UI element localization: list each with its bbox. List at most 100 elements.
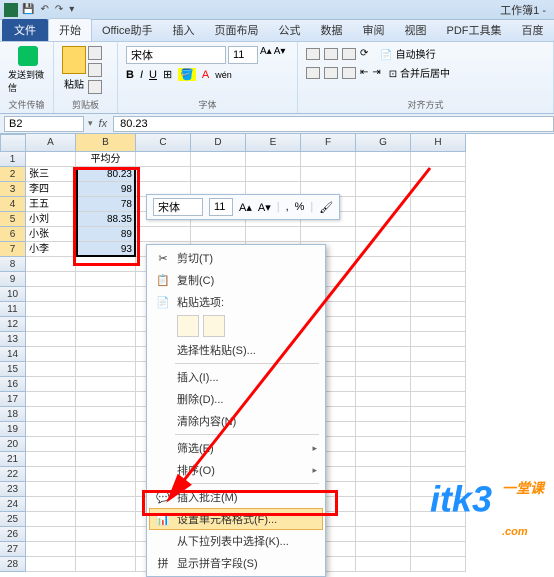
cell-B26[interactable] [76, 527, 136, 542]
cell-E2[interactable] [246, 167, 301, 182]
menu-pick-from-list[interactable]: 从下拉列表中选择(K)... [149, 530, 323, 552]
cell-B5[interactable]: 88.35 [76, 212, 136, 227]
cell-H10[interactable] [411, 287, 466, 302]
row-header-11[interactable]: 11 [0, 302, 26, 317]
row-header-12[interactable]: 12 [0, 317, 26, 332]
row-header-28[interactable]: 28 [0, 557, 26, 572]
cell-B12[interactable] [76, 317, 136, 332]
cell-B3[interactable]: 98 [76, 182, 136, 197]
row-header-7[interactable]: 7 [0, 242, 26, 257]
menu-clear-contents[interactable]: 清除内容(N) [149, 410, 323, 432]
cell-H13[interactable] [411, 332, 466, 347]
row-header-15[interactable]: 15 [0, 362, 26, 377]
cell-B25[interactable] [76, 512, 136, 527]
menu-delete[interactable]: 删除(D)... [149, 388, 323, 410]
mini-comma-icon[interactable]: , [286, 201, 289, 213]
cell-G17[interactable] [356, 392, 411, 407]
redo-icon[interactable]: ↷ [55, 4, 63, 15]
underline-button[interactable]: U [149, 69, 157, 81]
cell-B27[interactable] [76, 542, 136, 557]
cell-D1[interactable] [191, 152, 246, 167]
qat-dropdown-icon[interactable]: ▾ [69, 4, 74, 15]
cell-A10[interactable] [26, 287, 76, 302]
cell-B16[interactable] [76, 377, 136, 392]
cell-B11[interactable] [76, 302, 136, 317]
cell-A16[interactable] [26, 377, 76, 392]
cell-B22[interactable] [76, 467, 136, 482]
col-header-E[interactable]: E [246, 134, 301, 152]
row-header-2[interactable]: 2 [0, 167, 26, 182]
cell-B2[interactable]: 80.23 [76, 167, 136, 182]
cell-A8[interactable] [26, 257, 76, 272]
format-painter-icon[interactable] [88, 80, 102, 94]
cell-G3[interactable] [356, 182, 411, 197]
cell-G9[interactable] [356, 272, 411, 287]
cell-H17[interactable] [411, 392, 466, 407]
cell-B24[interactable] [76, 497, 136, 512]
row-header-4[interactable]: 4 [0, 197, 26, 212]
font-size-combo[interactable]: 11 [228, 46, 258, 64]
cell-G26[interactable] [356, 527, 411, 542]
cell-A26[interactable] [26, 527, 76, 542]
fx-icon[interactable]: fx [93, 118, 114, 130]
cell-A20[interactable] [26, 437, 76, 452]
cell-G23[interactable] [356, 482, 411, 497]
increase-font-icon[interactable]: A▴ [260, 46, 272, 64]
cell-G21[interactable] [356, 452, 411, 467]
col-header-A[interactable]: A [26, 134, 76, 152]
cell-B21[interactable] [76, 452, 136, 467]
cell-A15[interactable] [26, 362, 76, 377]
cell-G6[interactable] [356, 227, 411, 242]
tab-data[interactable]: 数据 [311, 19, 353, 41]
cell-B23[interactable] [76, 482, 136, 497]
tab-home[interactable]: 开始 [48, 18, 92, 41]
row-header-25[interactable]: 25 [0, 512, 26, 527]
cell-A23[interactable] [26, 482, 76, 497]
cell-G10[interactable] [356, 287, 411, 302]
cell-C2[interactable] [136, 167, 191, 182]
cell-G18[interactable] [356, 407, 411, 422]
cell-G11[interactable] [356, 302, 411, 317]
cell-H11[interactable] [411, 302, 466, 317]
cell-H28[interactable] [411, 557, 466, 572]
align-center-icon[interactable] [324, 67, 338, 79]
tab-file[interactable]: 文件 [2, 19, 48, 41]
row-header-26[interactable]: 26 [0, 527, 26, 542]
cell-A28[interactable] [26, 557, 76, 572]
row-header-24[interactable]: 24 [0, 497, 26, 512]
cell-G1[interactable] [356, 152, 411, 167]
mini-format-painter-icon[interactable]: 🖌 [319, 201, 333, 214]
cell-A5[interactable]: 小刘 [26, 212, 76, 227]
tab-pdf-tools[interactable]: PDF工具集 [437, 19, 512, 41]
cell-G4[interactable] [356, 197, 411, 212]
cell-D2[interactable] [191, 167, 246, 182]
col-header-D[interactable]: D [191, 134, 246, 152]
menu-insert[interactable]: 插入(I)... [149, 366, 323, 388]
cell-H9[interactable] [411, 272, 466, 287]
cell-H18[interactable] [411, 407, 466, 422]
cell-A3[interactable]: 李四 [26, 182, 76, 197]
tab-review[interactable]: 审阅 [353, 19, 395, 41]
cell-H2[interactable] [411, 167, 466, 182]
cell-A1[interactable] [26, 152, 76, 167]
merge-center-button[interactable]: ⊡ 合并后居中 [389, 65, 450, 80]
cell-A19[interactable] [26, 422, 76, 437]
cell-B28[interactable] [76, 557, 136, 572]
col-header-H[interactable]: H [411, 134, 466, 152]
row-header-16[interactable]: 16 [0, 377, 26, 392]
cell-A2[interactable]: 张三 [26, 167, 76, 182]
align-right-icon[interactable] [342, 67, 356, 79]
mini-percent-icon[interactable]: % [295, 201, 305, 213]
row-header-27[interactable]: 27 [0, 542, 26, 557]
col-header-B[interactable]: B [76, 134, 136, 152]
cell-B7[interactable]: 93 [76, 242, 136, 257]
copy-icon[interactable] [88, 63, 102, 77]
row-header-22[interactable]: 22 [0, 467, 26, 482]
wrap-text-button[interactable]: 📄 自动换行 [380, 46, 435, 61]
cell-A7[interactable]: 小李 [26, 242, 76, 257]
name-box[interactable]: B2 [4, 116, 84, 132]
tab-formula[interactable]: 公式 [269, 19, 311, 41]
cell-A25[interactable] [26, 512, 76, 527]
cell-B8[interactable] [76, 257, 136, 272]
cell-A18[interactable] [26, 407, 76, 422]
